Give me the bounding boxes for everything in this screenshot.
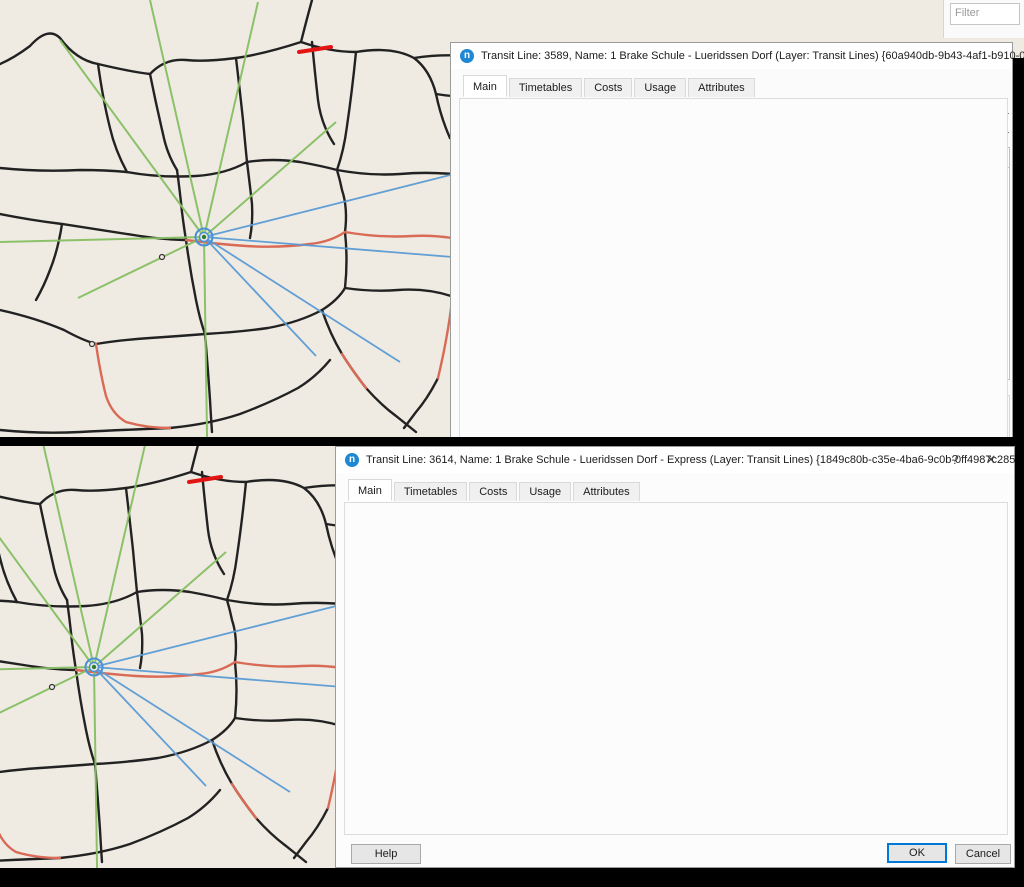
dialog-titlebar[interactable]: n Transit Line: 3614, Name: 1 Brake Schu… — [336, 447, 1014, 473]
dialog-titlebar[interactable]: n Transit Line: 3589, Name: 1 Brake Schu… — [451, 43, 1012, 69]
tab-page — [344, 502, 1008, 835]
transit-line-app-icon: n — [460, 49, 474, 63]
tab-costs[interactable]: Costs — [469, 482, 517, 501]
tab-page — [459, 98, 1008, 437]
cancel-button[interactable]: Cancel — [955, 844, 1011, 864]
tab-timetables[interactable]: Timetables — [394, 482, 467, 501]
close-icon[interactable]: ✕ — [978, 451, 1004, 469]
tab-bar: Main Timetables Costs Usage Attributes — [348, 481, 642, 501]
transit-line-dialog-3589: n Transit Line: 3589, Name: 1 Brake Schu… — [450, 42, 1013, 437]
transit-line-dialog-3614: n Transit Line: 3614, Name: 1 Brake Schu… — [335, 446, 1015, 868]
filter-panel: Filter — [943, 0, 1024, 38]
screenshot-gap — [0, 437, 1024, 446]
tab-main[interactable]: Main — [463, 75, 507, 97]
dialog-title: Transit Line: 3589, Name: 1 Brake Schule… — [481, 50, 1024, 62]
tab-attributes[interactable]: Attributes — [573, 482, 639, 501]
tab-usage[interactable]: Usage — [634, 78, 686, 97]
filter-input[interactable]: Filter — [950, 3, 1020, 25]
tab-attributes[interactable]: Attributes — [688, 78, 754, 97]
help-icon[interactable]: ? — [942, 451, 968, 469]
bottom-screenshot: n Transit Line: 3614, Name: 1 Brake Schu… — [0, 446, 1024, 868]
tab-main[interactable]: Main — [348, 479, 392, 501]
screenshot-edge — [1013, 58, 1024, 437]
tab-costs[interactable]: Costs — [584, 78, 632, 97]
tab-usage[interactable]: Usage — [519, 482, 571, 501]
top-screenshot: Filter n Transit Line: 3589, Name: 1 Bra… — [0, 0, 1024, 437]
tab-timetables[interactable]: Timetables — [509, 78, 582, 97]
dialog-title: Transit Line: 3614, Name: 1 Brake Schule… — [366, 454, 1024, 466]
tab-bar: Main Timetables Costs Usage Attributes — [463, 77, 757, 97]
transit-line-app-icon: n — [345, 453, 359, 467]
help-button[interactable]: Help — [351, 844, 421, 864]
ok-button[interactable]: OK — [887, 843, 947, 863]
screenshot-edge — [1015, 446, 1024, 868]
